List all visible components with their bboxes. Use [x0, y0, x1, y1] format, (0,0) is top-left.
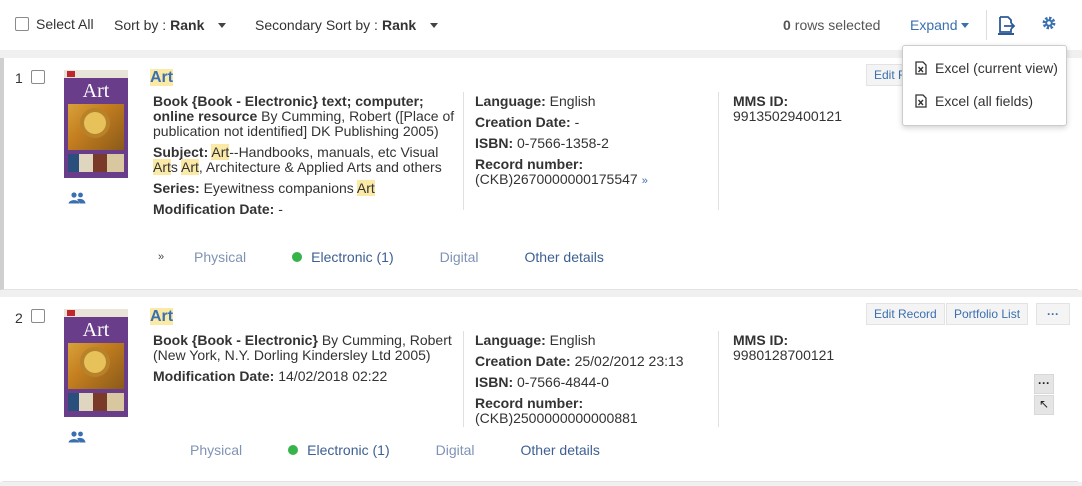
record-details: Language: English Creation Date: 25/02/2…	[475, 333, 710, 432]
publisher-logo	[67, 310, 75, 316]
export-option-label: Excel (all fields)	[935, 93, 1034, 109]
rows-selected-count: 0	[783, 17, 791, 33]
record-title[interactable]: Art	[150, 69, 174, 87]
sort-by-label: Sort by :	[114, 17, 167, 33]
chevron-down-icon	[430, 22, 439, 28]
sort-by-dropdown[interactable]: Sort by : Rank	[114, 17, 227, 33]
tab-electronic[interactable]: Electronic (1)	[288, 442, 390, 458]
series-line: Series: Eyewitness companions Art	[153, 180, 375, 196]
language-line: Language: English	[475, 332, 596, 348]
record-tabs: Physical Electronic (1) Digital Other de…	[190, 442, 646, 458]
tab-physical[interactable]: Physical	[194, 249, 246, 265]
select-all-checkbox[interactable]	[15, 17, 29, 31]
cover-thumbnails	[68, 393, 124, 411]
record-title[interactable]: Art	[150, 308, 174, 326]
export-excel-all-fields[interactable]: Excel (all fields)	[915, 93, 1033, 109]
book-cover-image[interactable]: Art	[64, 309, 128, 417]
gear-icon[interactable]	[1040, 14, 1058, 32]
record-checkbox[interactable]	[31, 309, 45, 323]
cover-painting	[68, 343, 124, 389]
mms-id-value: 99135029400121	[733, 108, 843, 124]
available-status-icon	[292, 252, 303, 262]
record-number-line: Record number: (CKB)2500000000000881	[475, 395, 638, 426]
secondary-sort-value: Rank	[381, 17, 417, 33]
select-all-label: Select All	[36, 16, 94, 32]
chevron-down-icon	[961, 22, 970, 28]
edit-record-button[interactable]: Edit Record	[866, 303, 945, 325]
resource-type: Book {Book - Electronic}	[153, 332, 318, 348]
expand-label: Expand	[910, 17, 958, 33]
edit-record-button[interactable]: Edit R	[866, 64, 906, 86]
record-description: Book {Book - Electronic} By Cumming, Rob…	[153, 333, 458, 390]
cover-title: Art	[82, 80, 110, 102]
mms-id-value: 9980128700121	[733, 347, 835, 363]
record-details: Language: English Creation Date: - ISBN:…	[475, 94, 710, 195]
modification-line: Modification Date: -	[153, 201, 283, 217]
rows-selected-status: 0 rows selected	[783, 17, 880, 33]
mms-id-label: MMS ID:	[733, 93, 789, 109]
portfolio-list-button[interactable]: Portfolio List	[946, 303, 1029, 325]
mms-id-label: MMS ID:	[733, 332, 789, 348]
export-option-label: Excel (current view)	[935, 60, 1058, 76]
modification-line: Modification Date: 14/02/2018 02:22	[153, 368, 388, 384]
excel-file-icon	[915, 94, 927, 108]
tab-other-details[interactable]: Other details	[525, 249, 604, 265]
double-chevron-down-icon[interactable]: »	[642, 175, 648, 187]
expand-button[interactable]: Expand	[910, 17, 970, 33]
cursor-arrow-icon[interactable]: ↖	[1034, 395, 1054, 415]
record-number: 1	[15, 70, 23, 86]
record-separator	[0, 290, 1082, 297]
language-line: Language: English	[475, 93, 596, 109]
export-excel-current-view[interactable]: Excel (current view)	[915, 60, 1058, 76]
users-icon[interactable]	[68, 192, 86, 204]
record-number-line: Record number: (CKB)2670000000175547»	[475, 156, 648, 188]
tab-digital[interactable]: Digital	[440, 249, 479, 265]
column-divider	[718, 92, 719, 210]
users-icon[interactable]	[68, 431, 86, 443]
creation-date-line: Creation Date: 25/02/2012 23:13	[475, 353, 684, 369]
tab-other-details[interactable]: Other details	[521, 442, 600, 458]
record-number: 2	[15, 310, 23, 326]
cover-title: Art	[82, 319, 110, 341]
mms-id-block: MMS ID: 9980128700121	[733, 333, 893, 363]
export-dropdown-menu: Excel (current view) Excel (all fields)	[902, 45, 1067, 126]
isbn-line: ISBN: 0-7566-1358-2	[475, 135, 609, 151]
record-description: Book {Book - Electronic} text; computer;…	[153, 94, 458, 223]
cover-painting	[68, 104, 124, 150]
creation-date-line: Creation Date: -	[475, 114, 580, 130]
book-cover-image[interactable]: Art	[64, 70, 128, 178]
column-divider	[463, 92, 464, 210]
toolbar-divider	[986, 10, 987, 40]
available-status-icon	[288, 445, 299, 455]
column-divider	[463, 331, 464, 427]
tab-digital[interactable]: Digital	[436, 442, 475, 458]
chevron-down-icon	[218, 22, 227, 28]
select-all-control[interactable]: Select All	[15, 16, 94, 32]
tab-physical[interactable]: Physical	[190, 442, 242, 458]
rows-selected-text: rows selected	[794, 17, 881, 33]
isbn-line: ISBN: 0-7566-4844-0	[475, 374, 609, 390]
sort-by-value: Rank	[170, 17, 205, 33]
more-actions-button[interactable]: ···	[1036, 303, 1070, 325]
secondary-sort-dropdown[interactable]: Secondary Sort by : Rank	[255, 17, 439, 33]
tab-electronic[interactable]: Electronic (1)	[292, 249, 394, 265]
column-divider	[718, 331, 719, 427]
result-record: 2 Art Art Book {Book - Electronic} By Cu…	[0, 297, 1078, 482]
subject-line: Subject: Art--Handbooks, manuals, etc Vi…	[153, 144, 442, 175]
excel-file-icon	[915, 61, 927, 75]
record-tabs: » Physical Electronic (1) Digital Other …	[158, 249, 650, 265]
more-options-icon[interactable]: ···	[1034, 374, 1054, 394]
export-icon[interactable]	[996, 15, 1016, 35]
secondary-sort-label: Secondary Sort by :	[255, 17, 378, 33]
expand-chevron-icon[interactable]: »	[158, 251, 194, 263]
mms-id-block: MMS ID: 99135029400121	[733, 94, 893, 124]
results-toolbar: Select All Sort by : Rank Secondary Sort…	[0, 0, 1082, 50]
cover-thumbnails	[68, 154, 124, 172]
bottom-band	[0, 482, 1082, 486]
record-checkbox[interactable]	[31, 70, 45, 84]
publisher-logo	[67, 71, 75, 77]
